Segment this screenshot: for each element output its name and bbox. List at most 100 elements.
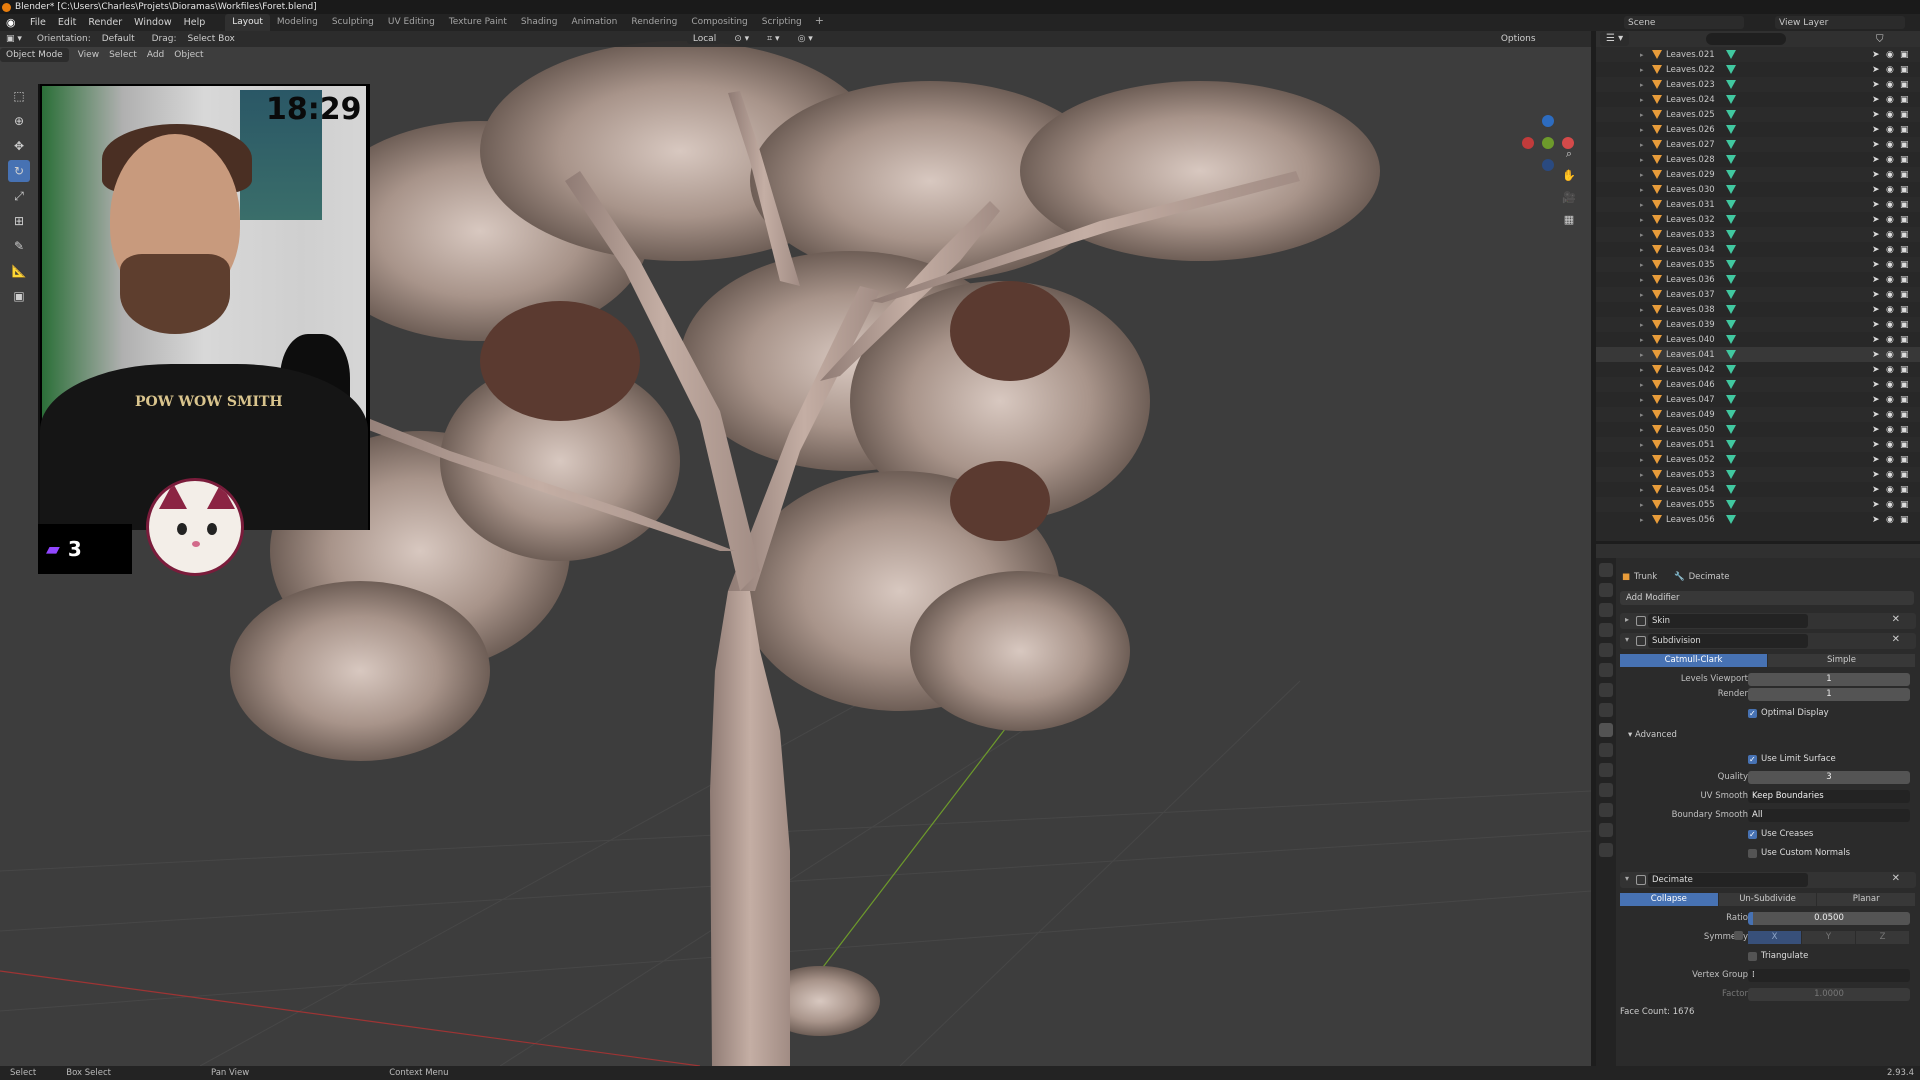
outliner-item[interactable]: ▸ Leaves.040 ➤ ◉ ▣ (1596, 332, 1920, 347)
triangulate-checkbox[interactable]: Triangulate (1748, 950, 1808, 963)
tab-animation[interactable]: Animation (564, 14, 624, 31)
tab-compositing[interactable]: Compositing (684, 14, 754, 31)
outliner-item[interactable]: ▸ Leaves.039 ➤ ◉ ▣ (1596, 317, 1920, 332)
selectable-arrow-icon[interactable]: ➤ (1872, 395, 1880, 405)
render-camera-icon[interactable]: ▣ (1900, 455, 1909, 465)
decimate-modifier-header[interactable]: ▾ Decimate ✕ (1620, 872, 1916, 888)
data-tab-icon[interactable] (1599, 803, 1613, 817)
quality-field[interactable]: 3 (1748, 771, 1910, 784)
unsubdivide-button[interactable]: Un-Subdivide (1718, 893, 1818, 906)
visibility-eye-icon[interactable]: ◉ (1886, 395, 1894, 405)
visibility-eye-icon[interactable]: ◉ (1886, 485, 1894, 495)
use-custom-normals-checkbox[interactable]: Use Custom Normals (1748, 847, 1850, 860)
catmull-clark-button[interactable]: Catmull-Clark (1620, 654, 1768, 667)
tool-tab-icon[interactable] (1599, 563, 1613, 577)
visibility-eye-icon[interactable]: ◉ (1886, 185, 1894, 195)
selectable-arrow-icon[interactable]: ➤ (1872, 65, 1880, 75)
pivot-dropdown[interactable]: ⊙ ▾ (728, 34, 756, 44)
mesh-data-icon[interactable] (1726, 380, 1736, 389)
blender-menu-icon[interactable]: ◉ (6, 16, 18, 29)
expand-arrow-icon[interactable]: ▸ (1625, 615, 1629, 624)
mesh-data-icon[interactable] (1726, 455, 1736, 464)
expand-arrow-icon[interactable]: ▸ (1640, 51, 1644, 59)
transform-space-dropdown[interactable]: Local (686, 34, 723, 44)
collapse-arrow-icon[interactable]: ▾ (1625, 635, 1629, 644)
render-camera-icon[interactable]: ▣ (1900, 80, 1909, 90)
visibility-eye-icon[interactable]: ◉ (1886, 410, 1894, 420)
expand-arrow-icon[interactable]: ▸ (1640, 516, 1644, 524)
visibility-eye-icon[interactable]: ◉ (1886, 380, 1894, 390)
render-tab-icon[interactable] (1599, 583, 1613, 597)
navigation-gizmo[interactable] (1518, 113, 1578, 175)
outliner-item[interactable]: ▸ Leaves.033 ➤ ◉ ▣ (1596, 227, 1920, 242)
constraints-tab-icon[interactable] (1599, 783, 1613, 797)
tab-modeling[interactable]: Modeling (270, 14, 325, 31)
mesh-data-icon[interactable] (1726, 110, 1736, 119)
select-box-tool-icon[interactable]: ⬚ (8, 85, 30, 107)
remove-modifier-icon[interactable]: ✕ (1892, 873, 1900, 884)
transform-tool-icon[interactable]: ⊞ (8, 210, 30, 232)
outliner-item[interactable]: ▸ Leaves.051 ➤ ◉ ▣ (1596, 437, 1920, 452)
collapse-button[interactable]: Collapse (1620, 893, 1719, 906)
selectable-arrow-icon[interactable]: ➤ (1872, 440, 1880, 450)
outliner-item[interactable]: ▸ Leaves.052 ➤ ◉ ▣ (1596, 452, 1920, 467)
mesh-data-icon[interactable] (1726, 515, 1736, 524)
render-camera-icon[interactable]: ▣ (1900, 425, 1909, 435)
expand-arrow-icon[interactable]: ▸ (1640, 381, 1644, 389)
zoom-icon[interactable]: ⌕ (1562, 147, 1576, 161)
outliner-item[interactable]: ▸ Leaves.025 ➤ ◉ ▣ (1596, 107, 1920, 122)
expand-arrow-icon[interactable]: ▸ (1640, 111, 1644, 119)
tab-shading[interactable]: Shading (514, 14, 565, 31)
visibility-eye-icon[interactable]: ◉ (1886, 425, 1894, 435)
visibility-eye-icon[interactable]: ◉ (1886, 50, 1894, 60)
visibility-eye-icon[interactable]: ◉ (1886, 500, 1894, 510)
selectable-arrow-icon[interactable]: ➤ (1872, 260, 1880, 270)
selectable-arrow-icon[interactable]: ➤ (1872, 275, 1880, 285)
visibility-eye-icon[interactable]: ◉ (1886, 305, 1894, 315)
selectable-arrow-icon[interactable]: ➤ (1872, 365, 1880, 375)
render-camera-icon[interactable]: ▣ (1900, 305, 1909, 315)
measure-tool-icon[interactable]: 📐 (8, 260, 30, 282)
outliner-item[interactable]: ▸ Leaves.031 ➤ ◉ ▣ (1596, 197, 1920, 212)
expand-arrow-icon[interactable]: ▸ (1640, 306, 1644, 314)
menu-add[interactable]: Add (142, 50, 169, 60)
mesh-data-icon[interactable] (1726, 470, 1736, 479)
mesh-data-icon[interactable] (1726, 320, 1736, 329)
visibility-eye-icon[interactable]: ◉ (1886, 350, 1894, 360)
selectable-arrow-icon[interactable]: ➤ (1872, 335, 1880, 345)
mesh-data-icon[interactable] (1726, 215, 1736, 224)
scene-selector[interactable]: Scene (1624, 16, 1744, 29)
render-camera-icon[interactable]: ▣ (1900, 125, 1909, 135)
outliner-item[interactable]: ▸ Leaves.030 ➤ ◉ ▣ (1596, 182, 1920, 197)
texture-tab-icon[interactable] (1599, 843, 1613, 857)
render-camera-icon[interactable]: ▣ (1900, 140, 1909, 150)
add-modifier-dropdown[interactable]: Add Modifier (1620, 591, 1914, 605)
selectable-arrow-icon[interactable]: ➤ (1872, 455, 1880, 465)
selectable-arrow-icon[interactable]: ➤ (1872, 110, 1880, 120)
selectable-arrow-icon[interactable]: ➤ (1872, 215, 1880, 225)
orientation-dropdown[interactable]: Default (95, 34, 141, 44)
mesh-data-icon[interactable] (1726, 155, 1736, 164)
mesh-data-icon[interactable] (1726, 335, 1736, 344)
outliner-item[interactable]: ▸ Leaves.042 ➤ ◉ ▣ (1596, 362, 1920, 377)
collection-tab-icon[interactable] (1599, 683, 1613, 697)
ratio-slider[interactable]: 0.0500 (1748, 912, 1910, 925)
render-camera-icon[interactable]: ▣ (1900, 320, 1909, 330)
visibility-eye-icon[interactable]: ◉ (1886, 275, 1894, 285)
outliner-item[interactable]: ▸ Leaves.027 ➤ ◉ ▣ (1596, 137, 1920, 152)
expand-arrow-icon[interactable]: ▸ (1640, 261, 1644, 269)
mesh-data-icon[interactable] (1726, 80, 1736, 89)
outliner-item[interactable]: ▸ Leaves.029 ➤ ◉ ▣ (1596, 167, 1920, 182)
gizmo-y-icon[interactable] (1542, 137, 1554, 149)
selectable-arrow-icon[interactable]: ➤ (1872, 95, 1880, 105)
visibility-eye-icon[interactable]: ◉ (1886, 260, 1894, 270)
render-camera-icon[interactable]: ▣ (1900, 440, 1909, 450)
tab-scripting[interactable]: Scripting (755, 14, 809, 31)
expand-arrow-icon[interactable]: ▸ (1640, 156, 1644, 164)
render-camera-icon[interactable]: ▣ (1900, 155, 1909, 165)
outliner-item[interactable]: ▸ Leaves.036 ➤ ◉ ▣ (1596, 272, 1920, 287)
expand-arrow-icon[interactable]: ▸ (1640, 66, 1644, 74)
planar-button[interactable]: Planar (1817, 893, 1917, 906)
expand-arrow-icon[interactable]: ▸ (1640, 201, 1644, 209)
selectable-arrow-icon[interactable]: ➤ (1872, 230, 1880, 240)
